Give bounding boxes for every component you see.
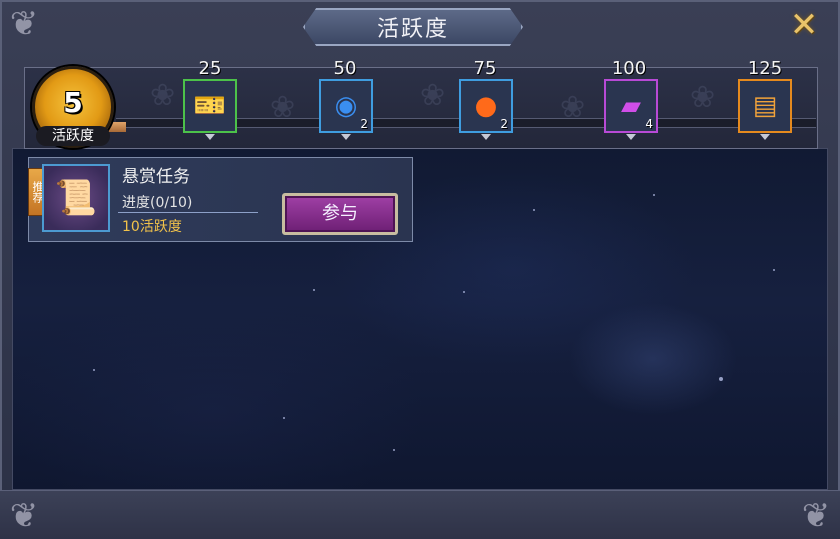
- milestone-threshold: 25: [198, 58, 222, 79]
- scroll-bundle-icon: 📜: [42, 164, 110, 232]
- milestone-marker-icon: [205, 134, 215, 140]
- reward-slot[interactable]: ● 2: [459, 79, 513, 133]
- quest-divider: [118, 212, 258, 213]
- reward-count: 2: [500, 117, 508, 131]
- window-title: 活跃度: [303, 8, 523, 46]
- activity-label: 活跃度: [36, 126, 110, 146]
- quest-reward: 10活跃度: [122, 219, 182, 235]
- blue-orb-scroll-icon: ◉: [334, 91, 358, 121]
- close-x-icon[interactable]: ✕: [784, 6, 824, 46]
- corner-ornament-icon: ❦: [801, 496, 831, 536]
- reward-slot[interactable]: ◉ 2: [319, 79, 373, 133]
- gold-scroll-icon: ▤: [752, 91, 778, 121]
- activity-value: 5: [63, 86, 83, 119]
- milestone-threshold: 100: [611, 58, 647, 79]
- milestone-threshold: 50: [333, 58, 357, 79]
- flower-pattern-icon: ❀: [150, 78, 176, 113]
- milestone-marker-icon: [626, 134, 636, 140]
- quest-progress: 进度(0/10): [122, 195, 193, 211]
- corner-ornament-icon: ❦: [9, 4, 39, 44]
- milestone-marker-icon: [341, 134, 351, 140]
- corner-ornament-icon: ❦: [9, 496, 39, 536]
- reward-count: 4: [645, 117, 653, 131]
- flower-pattern-icon: ❀: [690, 80, 716, 115]
- reward-slot[interactable]: ▤: [738, 79, 792, 133]
- reward-count: 2: [360, 117, 368, 131]
- ticket-icon: 🎫: [193, 91, 227, 121]
- purple-card-icon: ▰: [621, 91, 641, 121]
- milestone-marker-icon: [760, 134, 770, 140]
- reward-slot[interactable]: 🎫: [183, 79, 237, 133]
- milestone-marker-icon: [481, 134, 491, 140]
- reward-slot[interactable]: ▰ 4: [604, 79, 658, 133]
- quest-name: 悬赏任务: [122, 167, 190, 187]
- join-button[interactable]: 参与: [282, 193, 398, 235]
- milestone-threshold: 125: [747, 58, 783, 79]
- bottom-frame: [0, 490, 840, 539]
- milestone-threshold: 75: [473, 58, 497, 79]
- flower-pattern-icon: ❀: [420, 78, 446, 113]
- fire-orb-icon: ●: [474, 91, 498, 121]
